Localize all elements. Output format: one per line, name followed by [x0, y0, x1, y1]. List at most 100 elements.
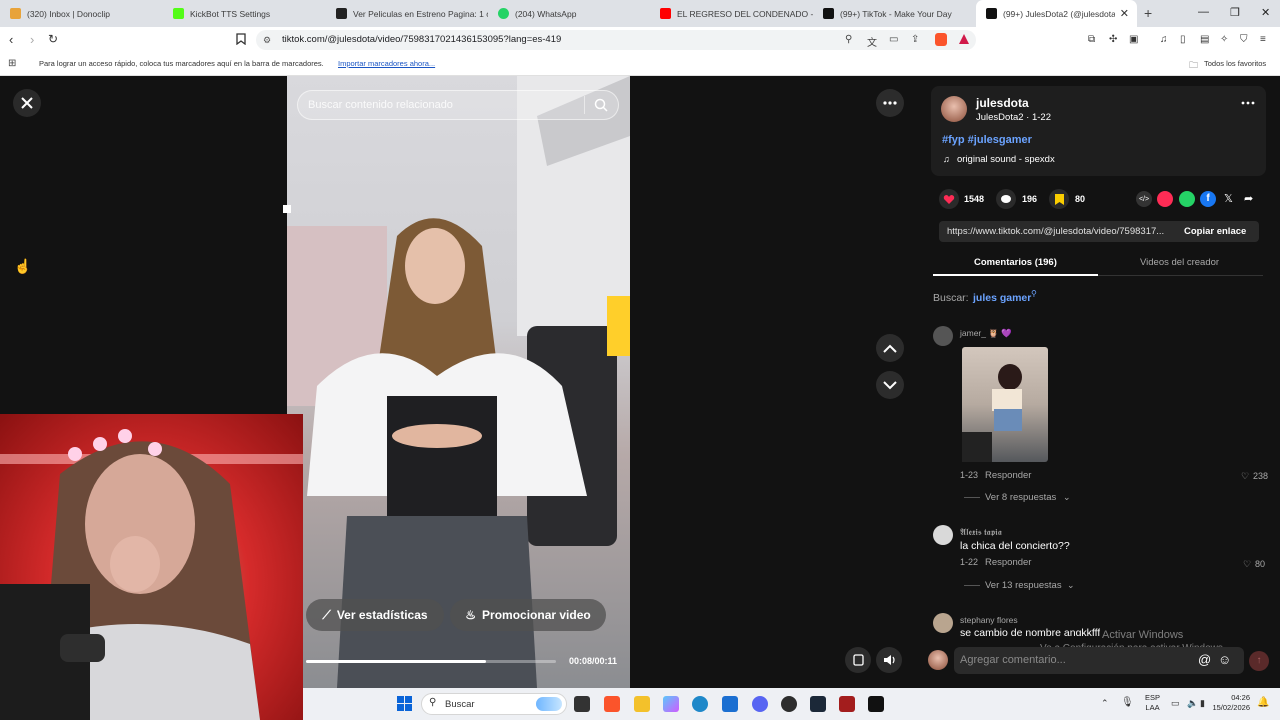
wallet-icon[interactable]: ▤ [1200, 34, 1209, 45]
copilot-icon[interactable] [663, 696, 679, 712]
sound-link[interactable]: original sound - spexdx [957, 154, 1055, 165]
floating-player-icon[interactable] [845, 647, 871, 673]
discord-icon[interactable] [752, 696, 768, 712]
chevron-up-icon[interactable]: ⌃ [1101, 698, 1109, 709]
comment-user[interactable]: 𝕬𝖑𝖊𝖝𝖎𝖘 𝖙𝖆𝖕𝖎𝖆 [960, 527, 1002, 538]
more-icon[interactable] [1241, 101, 1255, 105]
chevron-down-icon[interactable]: ⌄ [1067, 580, 1075, 591]
reply-button[interactable]: Responder [985, 470, 1031, 481]
browser-tab[interactable]: EL REGRESO DEL CONDENADO - Yo [650, 0, 813, 27]
close-tab-icon[interactable]: ✕ [1120, 7, 1129, 20]
brave-shield-icon[interactable] [935, 33, 947, 46]
view-stats-button[interactable]: ⟋ Ver estadísticas [306, 599, 444, 631]
windows-start-icon[interactable] [397, 696, 412, 711]
site-info-icon[interactable]: ⚙ [263, 35, 271, 46]
tab-search-icon[interactable]: ▣ [1129, 34, 1138, 45]
speaker-icon[interactable]: 🔈 [1187, 698, 1198, 709]
extension-puzzle-icon[interactable]: ⧉ [1088, 34, 1095, 45]
x-icon[interactable]: 𝕏 [1224, 192, 1233, 205]
network-icon[interactable]: ▭ [1171, 698, 1180, 709]
browser-tab[interactable]: (320) Inbox | Donoclip [0, 0, 163, 27]
browser-tab[interactable]: (204) WhatsApp [488, 0, 650, 27]
store-icon[interactable] [722, 696, 738, 712]
facebook-icon[interactable]: f [1200, 191, 1216, 207]
previous-video-icon[interactable] [876, 334, 904, 362]
sidebar-icon[interactable]: ▯ [1180, 34, 1186, 45]
search-icon[interactable] [594, 98, 608, 112]
volume-icon[interactable] [876, 647, 902, 673]
view-replies-button[interactable]: Ver 13 respuestas [985, 580, 1062, 591]
bookmark-icon[interactable] [236, 33, 246, 45]
tab-creator-videos[interactable]: Videos del creador [1140, 257, 1219, 268]
chevron-down-icon[interactable]: ⌄ [1063, 492, 1071, 503]
like-button[interactable] [939, 189, 959, 209]
comment-user[interactable]: jamer_ 🦉 💜 [960, 328, 1012, 339]
share-icon[interactable]: ⇪ [911, 34, 919, 45]
clock[interactable]: 04:26 15/02/2026 [1210, 693, 1250, 713]
battery-icon[interactable]: ▮ [1200, 698, 1205, 709]
task-view-icon[interactable] [574, 696, 590, 712]
promote-video-button[interactable]: ♨ Promocionar video [450, 599, 606, 631]
repost-icon[interactable] [1157, 191, 1173, 207]
mention-icon[interactable]: @ [1198, 652, 1211, 667]
leo-ai-icon[interactable]: ✧ [1220, 34, 1228, 45]
extensions-icon[interactable]: ✣ [1109, 34, 1117, 45]
new-tab-icon[interactable]: + [1144, 5, 1152, 21]
search-term-link[interactable]: jules gamer [973, 292, 1031, 304]
video-frame[interactable] [287, 76, 630, 688]
avatar[interactable] [941, 96, 967, 122]
language-indicator[interactable]: ESP LAA [1145, 693, 1160, 713]
all-favorites-link[interactable]: Todos los favoritos [1204, 59, 1266, 68]
send-button[interactable]: ↑ [1249, 651, 1269, 671]
browser-tab[interactable]: Ver Peliculas en Estreno Pagina: 1 on [326, 0, 488, 27]
comment-heart-icon[interactable]: ♡ [1243, 559, 1251, 570]
browser-tab[interactable]: (99+) TikTok - Make Your Day [813, 0, 976, 27]
view-replies-button[interactable]: Ver 8 respuestas [985, 492, 1056, 503]
comment-button[interactable] [996, 189, 1016, 209]
share-url[interactable]: https://www.tiktok.com/@julesdota/video/… [947, 226, 1175, 237]
obs-icon[interactable] [781, 696, 797, 712]
comment-user[interactable]: stephany flores [960, 615, 1018, 625]
edge-icon[interactable] [692, 696, 708, 712]
tiktok-icon[interactable] [868, 696, 884, 712]
notifications-icon[interactable]: 🔔 [1257, 697, 1269, 708]
steam-icon[interactable] [810, 696, 826, 712]
close-icon[interactable] [13, 89, 41, 117]
browser-tab-active[interactable]: (99+) JulesDota2 (@julesdota ✕ [976, 0, 1137, 27]
reply-button[interactable]: Responder [985, 557, 1031, 568]
creator-username[interactable]: julesdota [976, 96, 1029, 110]
comment-heart-icon[interactable]: ♡ [1241, 471, 1249, 482]
apps-grid-icon[interactable]: ⊞ [8, 58, 16, 69]
hashtags[interactable]: #fyp #julesgamer [942, 134, 1032, 146]
tab-comments[interactable]: Comentarios (196) [974, 257, 1057, 268]
save-button[interactable] [1049, 189, 1069, 209]
back-icon[interactable]: ‹ [9, 32, 13, 47]
avatar[interactable] [933, 326, 953, 346]
close-window-icon[interactable]: ✕ [1261, 6, 1270, 19]
cast-icon[interactable]: ▭ [889, 34, 898, 45]
share-arrow-icon[interactable]: ➦ [1244, 192, 1253, 205]
copy-link-button[interactable]: Copiar enlace [1184, 226, 1246, 237]
minimize-icon[interactable]: — [1198, 6, 1209, 18]
import-bookmarks-link[interactable]: Importar marcadores ahora... [338, 59, 435, 68]
reload-icon[interactable]: ↻ [48, 32, 58, 46]
avatar[interactable] [933, 525, 953, 545]
file-explorer-icon[interactable] [634, 696, 650, 712]
brave-app-icon[interactable] [604, 696, 620, 712]
emoji-icon[interactable]: ☺ [1218, 652, 1231, 667]
browser-tab[interactable]: KickBot TTS Settings [163, 0, 326, 27]
embed-icon[interactable]: </> [1136, 191, 1152, 207]
restore-icon[interactable]: ❐ [1230, 6, 1240, 19]
avatar[interactable] [933, 613, 953, 633]
url-text[interactable]: tiktok.com/@julesdota/video/759831702143… [282, 34, 561, 45]
video-progress-bar[interactable] [306, 660, 556, 663]
menu-icon[interactable]: ≡ [1260, 34, 1266, 45]
translate-icon[interactable]: 文 [867, 34, 877, 49]
comment-image[interactable] [962, 347, 1048, 462]
microphone-icon[interactable]: 🎙 [1121, 697, 1134, 708]
whatsapp-icon[interactable] [1179, 191, 1195, 207]
brave-rewards-icon[interactable] [958, 33, 970, 45]
search-icon[interactable]: ⚲ [1031, 289, 1037, 298]
next-video-icon[interactable] [876, 371, 904, 399]
dota-icon[interactable] [839, 696, 855, 712]
